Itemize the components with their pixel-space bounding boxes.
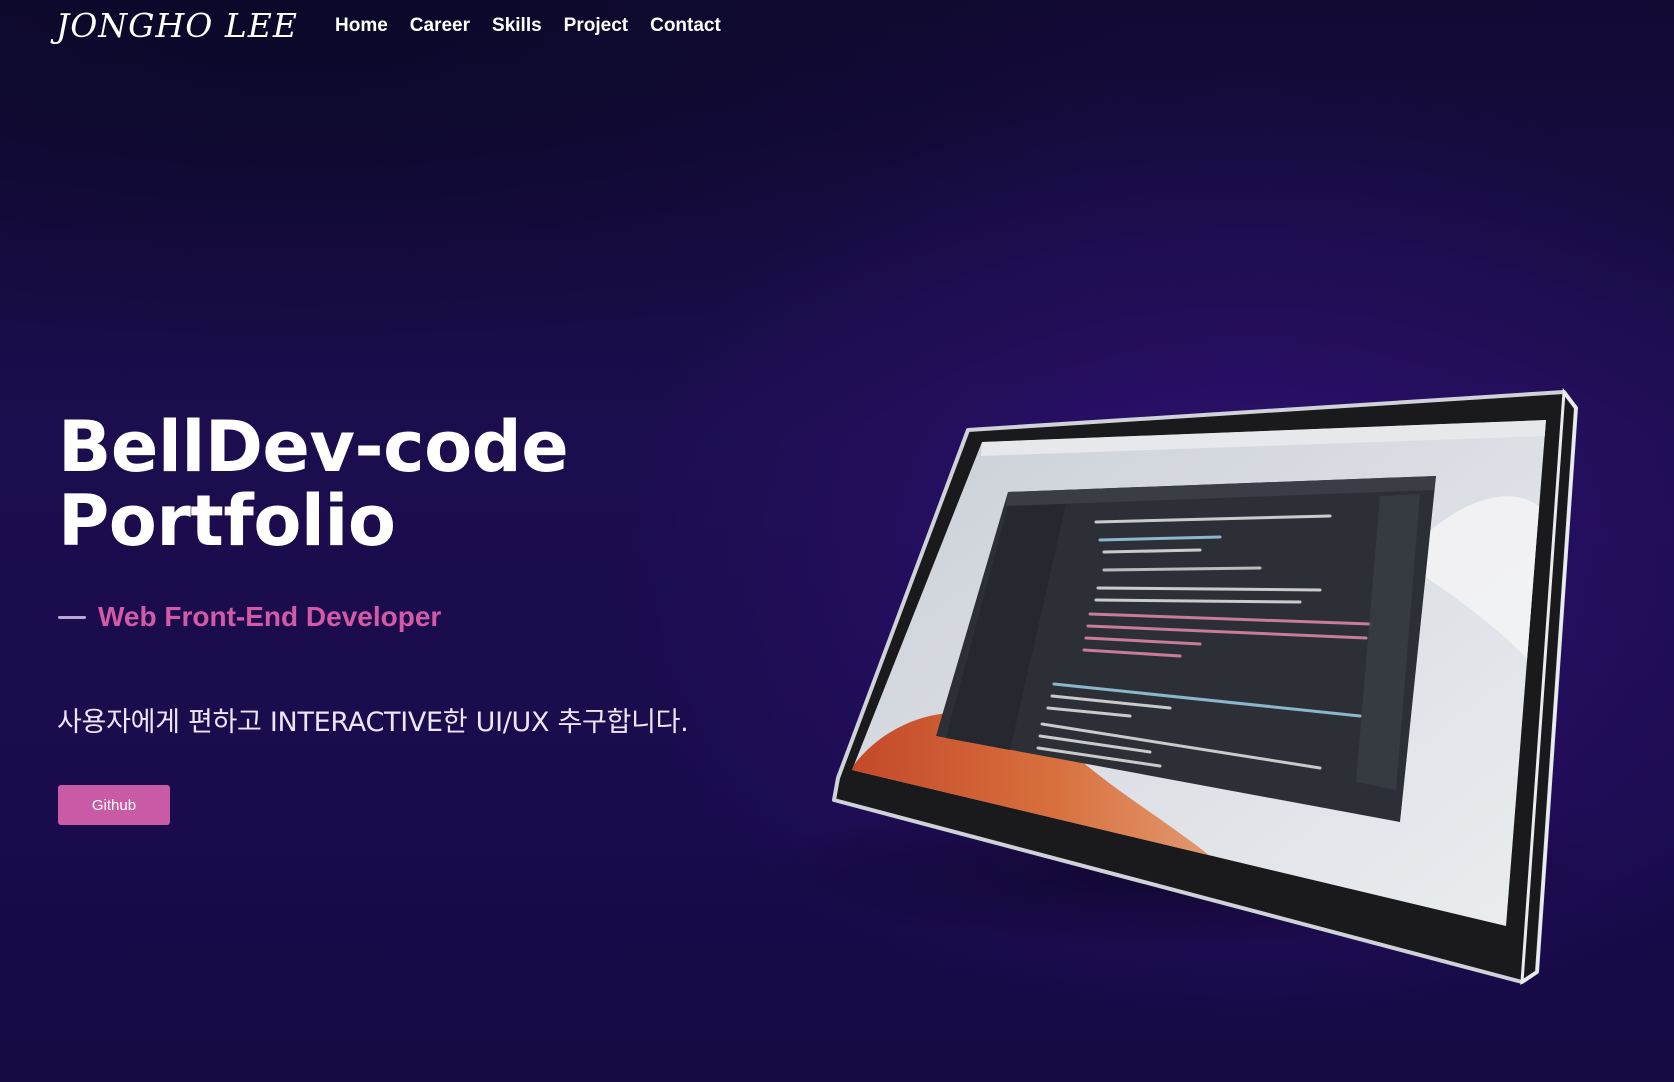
tablet-mockup xyxy=(760,387,1600,985)
